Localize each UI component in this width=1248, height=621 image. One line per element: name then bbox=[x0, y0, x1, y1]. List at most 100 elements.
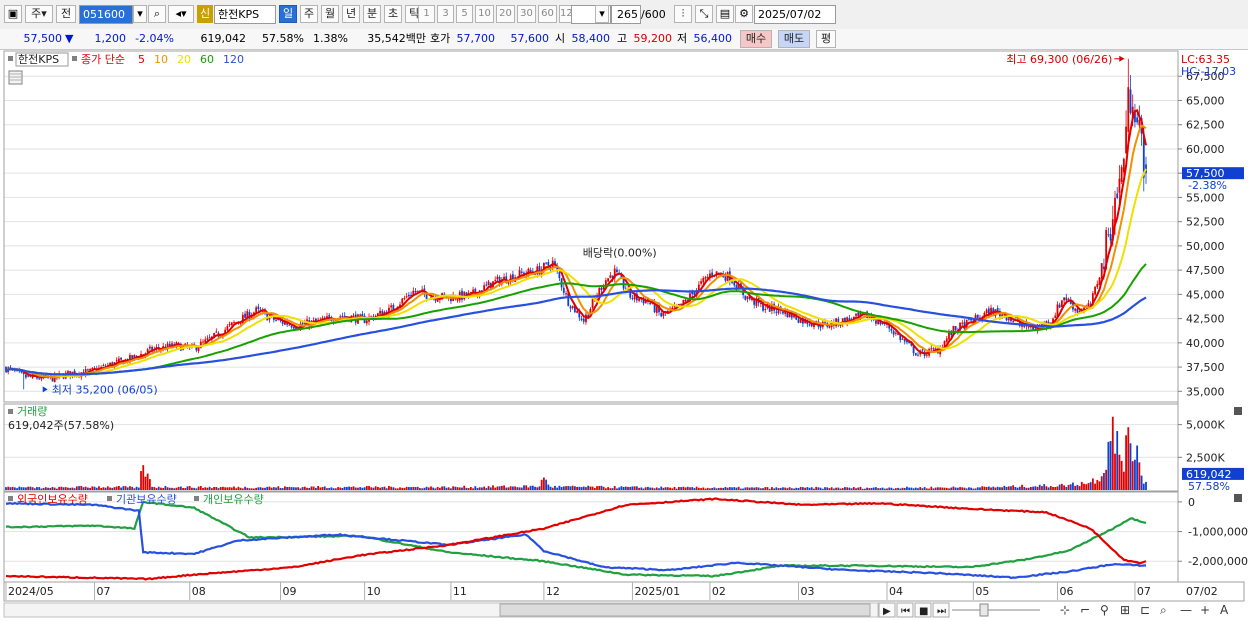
volume-bar bbox=[888, 487, 891, 490]
volume-bar bbox=[345, 486, 348, 490]
volume-bar bbox=[1125, 435, 1127, 490]
code-input[interactable]: 051600 bbox=[79, 5, 133, 24]
candle-body bbox=[197, 347, 200, 352]
period-select[interactable]: 주▾ bbox=[25, 5, 53, 23]
volume-bar bbox=[992, 486, 995, 490]
volume-bar bbox=[438, 487, 441, 490]
volume-bar bbox=[562, 486, 565, 490]
volume-bar bbox=[937, 487, 939, 490]
low-label: 저 bbox=[677, 32, 688, 45]
candle-icon[interactable]: ⫶ bbox=[674, 5, 692, 23]
volume-bar bbox=[58, 486, 61, 490]
volume-bar bbox=[689, 487, 691, 490]
volume-bar bbox=[757, 487, 760, 490]
volume-bar bbox=[376, 486, 379, 490]
interval-tab-2[interactable]: 5 bbox=[456, 5, 473, 23]
prev-button[interactable]: 전 bbox=[56, 5, 76, 23]
volume-bar bbox=[1023, 486, 1026, 490]
volume-bar bbox=[748, 487, 751, 490]
volume-bar bbox=[489, 487, 492, 490]
volume-bar bbox=[979, 487, 981, 490]
candle-body bbox=[226, 326, 229, 331]
volume-bar bbox=[155, 488, 158, 490]
interval-tab-6[interactable]: 60 bbox=[538, 5, 557, 23]
chart-area[interactable]: 67,50065,00062,50060,00057,50055,00052,5… bbox=[0, 49, 1248, 621]
volume-bar bbox=[414, 487, 417, 490]
type-badge: 신 bbox=[197, 5, 213, 23]
layout-icon[interactable]: ▣ bbox=[4, 5, 22, 23]
period-tab-3[interactable]: 년 bbox=[342, 5, 360, 23]
sell-button[interactable]: 매도 bbox=[778, 30, 810, 48]
candle-body bbox=[1125, 126, 1127, 154]
volume-bar bbox=[945, 487, 948, 490]
volume-bar bbox=[1027, 487, 1030, 490]
volume-bar bbox=[1010, 486, 1012, 490]
volume-bar bbox=[244, 486, 246, 490]
volume-bar bbox=[1096, 480, 1099, 490]
volume-bar bbox=[987, 486, 990, 490]
volume-bar bbox=[432, 487, 435, 490]
volume-bar bbox=[735, 487, 738, 490]
volume-bar bbox=[82, 487, 85, 490]
candle-body bbox=[1096, 283, 1099, 288]
candle-body bbox=[1118, 178, 1121, 193]
gear-icon[interactable]: ⚙ bbox=[735, 5, 753, 23]
save-icon[interactable]: ▤ bbox=[716, 5, 734, 23]
candle-body bbox=[301, 322, 304, 325]
chevron-down-icon[interactable]: ▾ bbox=[595, 5, 609, 23]
volume-bar bbox=[157, 486, 160, 490]
candle-body bbox=[292, 327, 295, 329]
candle-body bbox=[202, 341, 204, 343]
interval-tab-3[interactable]: 10 bbox=[475, 5, 494, 23]
price-tick-label: 50,000 bbox=[1186, 240, 1225, 253]
period-tab-2[interactable]: 월 bbox=[321, 5, 339, 23]
buy-button[interactable]: 매수 bbox=[740, 30, 772, 48]
volume-bar bbox=[1012, 485, 1015, 490]
volume-bar bbox=[507, 487, 510, 490]
period-tab-0[interactable]: 일 bbox=[279, 5, 297, 23]
volume-bar bbox=[764, 487, 767, 490]
volume-bar bbox=[616, 488, 618, 490]
search-icon[interactable]: ⌕ bbox=[148, 5, 166, 23]
volume-bar bbox=[921, 488, 924, 490]
line-tool-icon[interactable]: ⤡ bbox=[695, 5, 713, 23]
date-input[interactable]: 2025/07/02 bbox=[754, 5, 836, 24]
interval-tab-1[interactable]: 3 bbox=[437, 5, 454, 23]
volume-bar bbox=[538, 486, 541, 490]
volume-bar bbox=[925, 488, 928, 490]
volume-bar bbox=[246, 487, 249, 490]
volume-bar bbox=[974, 488, 977, 490]
volume-bar bbox=[27, 486, 30, 490]
candle-body bbox=[828, 326, 831, 328]
volume-bar bbox=[1003, 485, 1006, 490]
tool-icon-1: ⌐ bbox=[1080, 603, 1090, 617]
candle-body bbox=[569, 306, 572, 309]
period-tab-4[interactable]: 분 bbox=[363, 5, 381, 23]
interval-tab-0[interactable]: 1 bbox=[418, 5, 435, 23]
volume-bar bbox=[906, 486, 908, 490]
volume-bar bbox=[558, 485, 561, 490]
period-tab-1[interactable]: 주 bbox=[300, 5, 318, 23]
volume-bar bbox=[487, 486, 490, 490]
chevron-down-icon[interactable]: ▾ bbox=[133, 5, 147, 23]
count-input[interactable]: 265 bbox=[611, 5, 641, 24]
interval-tab-5[interactable]: 30 bbox=[517, 5, 536, 23]
volume-bar bbox=[1116, 431, 1119, 490]
candle-body bbox=[115, 360, 118, 362]
candle-body bbox=[914, 353, 917, 356]
interval-tab-4[interactable]: 20 bbox=[496, 5, 515, 23]
volume-bar bbox=[56, 488, 58, 490]
volume-bar bbox=[795, 487, 798, 490]
volume-bar bbox=[11, 486, 14, 490]
volume-bar bbox=[1122, 471, 1125, 490]
volume-bar bbox=[354, 487, 357, 490]
candle-body bbox=[565, 293, 567, 295]
volume-bar bbox=[832, 488, 835, 490]
volume-bar bbox=[786, 488, 789, 490]
candle-body bbox=[208, 337, 211, 339]
speaker-icon[interactable]: ◂▾ bbox=[168, 5, 194, 23]
avg-button[interactable]: 평 bbox=[816, 30, 836, 48]
period-tab-5[interactable]: 초 bbox=[384, 5, 402, 23]
volume-bar bbox=[713, 487, 716, 490]
name-field[interactable]: 한전KPS bbox=[214, 5, 276, 24]
